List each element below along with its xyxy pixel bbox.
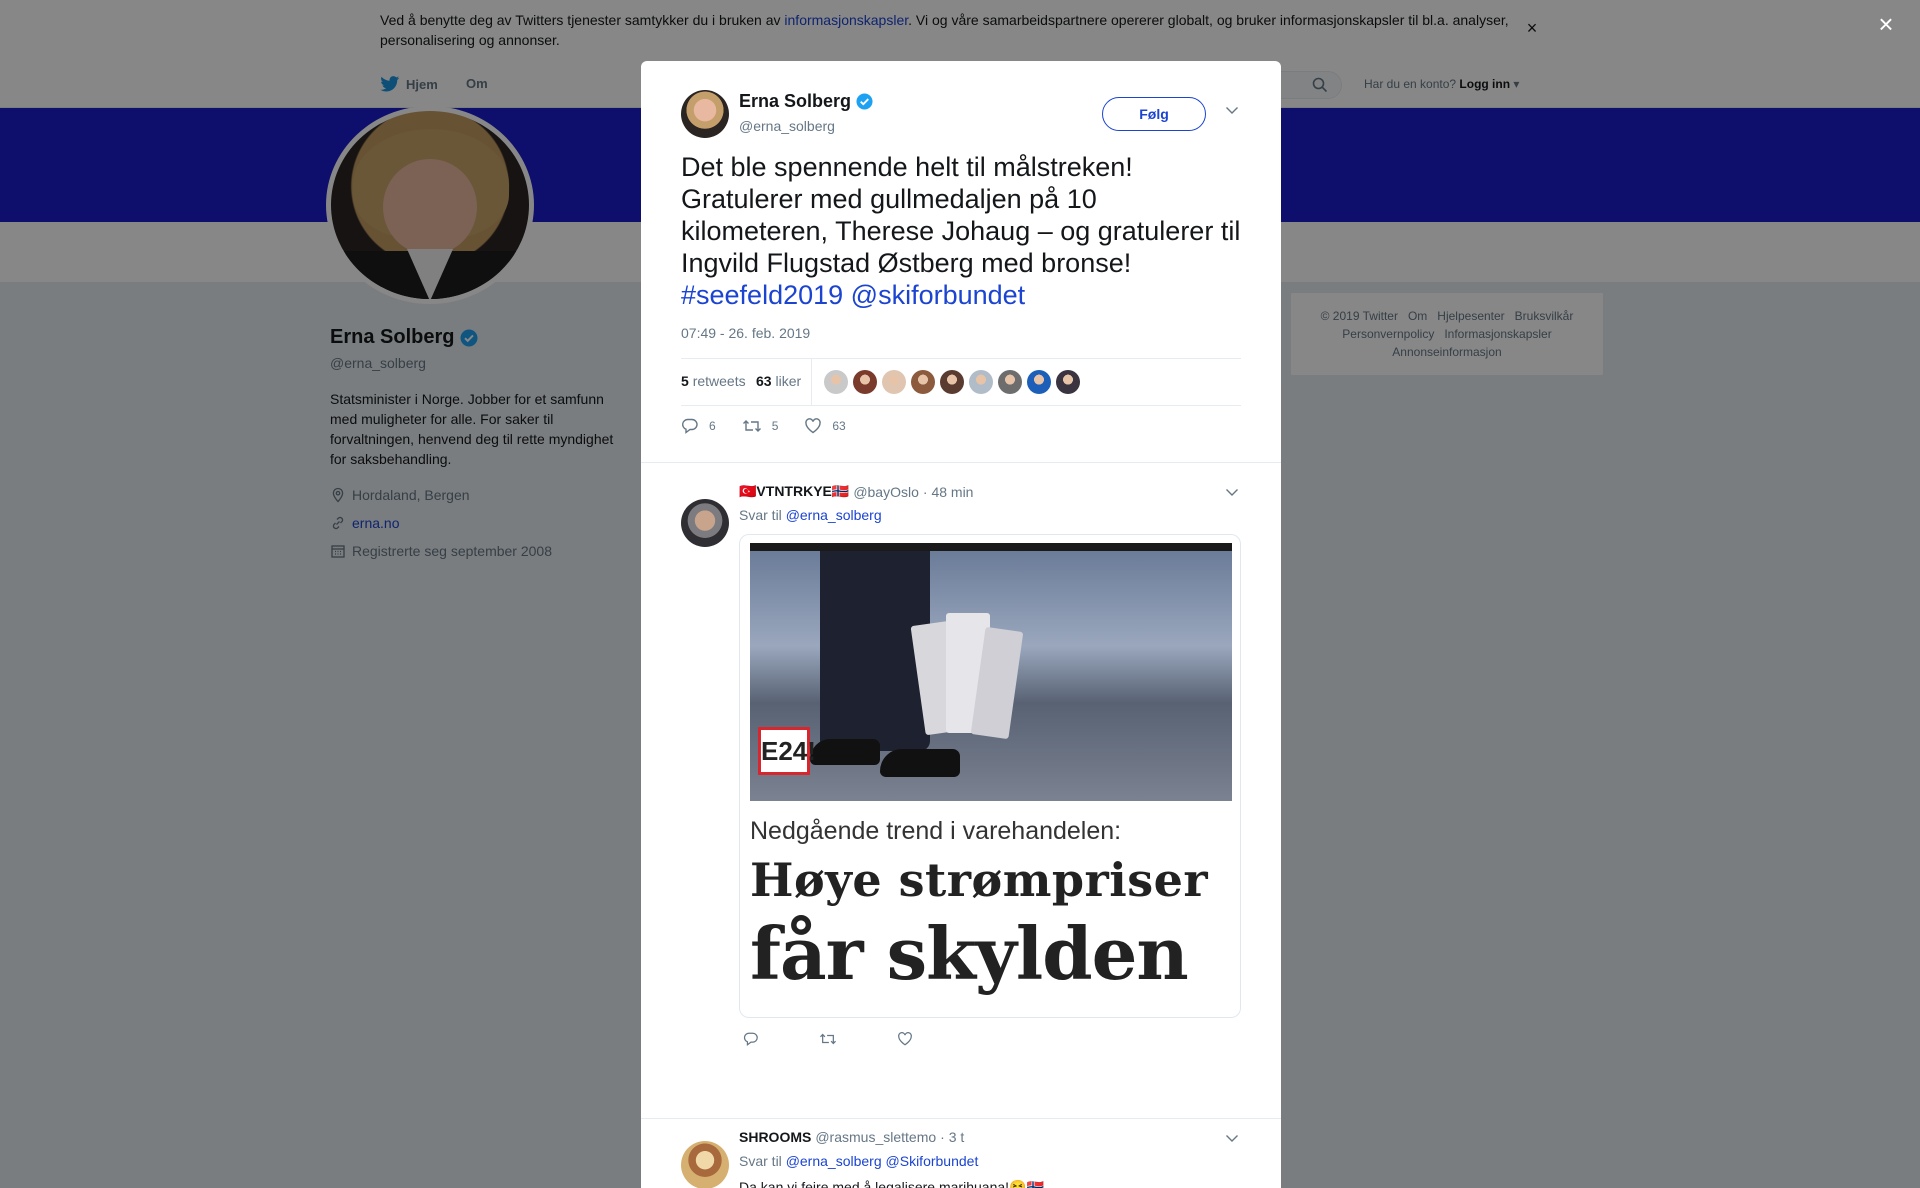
reply-action[interactable]: [743, 1031, 759, 1052]
tweet-author-name[interactable]: Erna Solberg: [739, 91, 873, 112]
mention-link[interactable]: @skiforbundet: [851, 280, 1026, 310]
reply-author-name[interactable]: SHROOMS: [739, 1129, 811, 1145]
liker-avatar[interactable]: [969, 370, 993, 394]
reply-action[interactable]: 6: [681, 417, 716, 435]
like-action[interactable]: [897, 1031, 913, 1052]
reply-header: SHROOMS @rasmus_slettemo · 3 t: [739, 1129, 964, 1145]
reply-to-mention[interactable]: @Skiforbundet: [886, 1153, 979, 1169]
media-subtitle: Nedgående trend i varehandelen:: [750, 817, 1122, 845]
reply-icon: [682, 418, 698, 434]
liker-avatar[interactable]: [940, 370, 964, 394]
reply-text: Da kan vi feire med å legalisere marihua…: [739, 1179, 1044, 1188]
chevron-down-icon[interactable]: [1225, 105, 1239, 115]
likes-count: 63: [756, 373, 772, 389]
reply-icon: [743, 1032, 758, 1047]
retweets-label: retweets: [692, 373, 746, 389]
tweet-actions: 6 5 63: [681, 417, 872, 435]
heart-icon: [805, 418, 822, 434]
reply-to-line: Svar til @erna_solberg @Skiforbundet: [739, 1153, 978, 1169]
e24-logo: E24!: [758, 727, 816, 775]
reply-to-label: Svar til: [739, 507, 782, 523]
tweet-timestamp: 07:49 - 26. feb. 2019: [681, 325, 811, 341]
reply-author-name[interactable]: 🇹🇷VTNTRKYE🇳🇴: [739, 483, 849, 500]
stats-divider: [811, 359, 812, 405]
liker-avatars: [824, 370, 1080, 394]
reply-to-mention[interactable]: @erna_solberg: [786, 507, 882, 523]
chevron-down-icon[interactable]: [1225, 1133, 1239, 1143]
retweets-count: 5: [681, 373, 689, 389]
reply-actions: [743, 1031, 913, 1052]
media-headline-1: Høye strømpriser: [750, 853, 1209, 907]
tweet-author-name-text: Erna Solberg: [739, 91, 852, 111]
like-count: 63: [832, 419, 846, 433]
tweet-modal: Erna Solberg @erna_solberg Følg Det ble …: [641, 61, 1281, 1188]
liker-avatar[interactable]: [1027, 370, 1051, 394]
liker-avatar[interactable]: [998, 370, 1022, 394]
media-headline-2: får skylden: [750, 911, 1189, 996]
chevron-down-icon[interactable]: [1225, 487, 1239, 497]
follow-button[interactable]: Følg: [1102, 97, 1206, 131]
verified-badge-icon: [856, 93, 873, 110]
reply-item[interactable]: SHROOMS @rasmus_slettemo · 3 t Svar til …: [641, 1118, 1281, 1188]
tweet-stats: 5 retweets 63 liker: [681, 358, 1241, 406]
retweet-icon: [820, 1033, 836, 1045]
liker-avatar[interactable]: [882, 370, 906, 394]
modal-close-button[interactable]: ×: [1874, 11, 1898, 37]
reply-to-line: Svar til @erna_solberg: [739, 507, 882, 523]
reply-author-handle[interactable]: @bayOslo: [853, 484, 919, 500]
liker-avatar[interactable]: [911, 370, 935, 394]
like-action[interactable]: 63: [804, 417, 846, 435]
liker-avatar[interactable]: [1056, 370, 1080, 394]
liker-avatar[interactable]: [824, 370, 848, 394]
retweet-action[interactable]: 5: [742, 417, 779, 435]
retweets-stat[interactable]: 5 retweets: [681, 373, 746, 389]
likes-label: liker: [775, 373, 802, 389]
likes-stat[interactable]: 63 liker: [756, 373, 801, 389]
liker-avatar[interactable]: [853, 370, 877, 394]
hashtag-link[interactable]: #seefeld2019: [681, 280, 843, 310]
reply-count: 6: [709, 419, 716, 433]
reply-to-label: Svar til: [739, 1153, 782, 1169]
reply-avatar[interactable]: [681, 1141, 729, 1188]
tweet-author-handle[interactable]: @erna_solberg: [739, 118, 835, 134]
retweet-count: 5: [771, 419, 779, 433]
reply-time[interactable]: · 3 t: [940, 1129, 964, 1145]
reply-avatar[interactable]: [681, 499, 729, 547]
reply-time[interactable]: · 48 min: [923, 484, 974, 500]
reply-media-card[interactable]: E24! Nedgående trend i varehandelen: Høy…: [739, 534, 1241, 1018]
reply-to-mention[interactable]: @erna_solberg: [786, 1153, 882, 1169]
reply-author-handle[interactable]: @rasmus_slettemo: [815, 1129, 936, 1145]
media-photo: E24!: [750, 543, 1232, 801]
retweet-icon: [742, 420, 761, 432]
tweet-text: Det ble spennende helt til målstreken! G…: [681, 151, 1251, 311]
heart-icon: [898, 1032, 912, 1046]
retweet-action[interactable]: [819, 1031, 837, 1052]
reply-header: 🇹🇷VTNTRKYE🇳🇴 @bayOslo · 48 min: [739, 483, 973, 500]
tweet-author-avatar[interactable]: [681, 90, 729, 138]
tweet-text-body: Det ble spennende helt til målstreken! G…: [681, 152, 1241, 278]
